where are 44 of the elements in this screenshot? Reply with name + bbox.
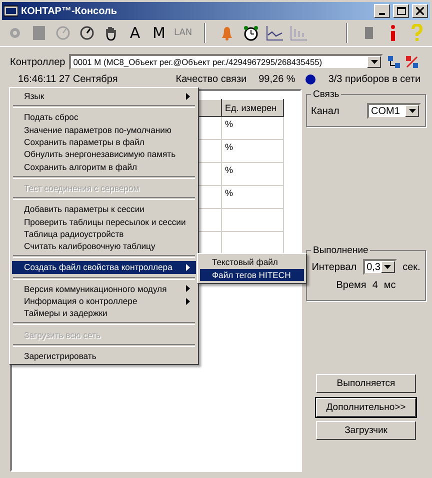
toolbar-button[interactable]: A: [126, 23, 144, 43]
table-cell: %: [222, 116, 284, 140]
time-label: Время: [336, 280, 366, 290]
time-value: 4: [372, 280, 378, 290]
menu-item[interactable]: Значение параметров по-умолчанию: [12, 124, 196, 136]
menu-item[interactable]: Язык: [12, 90, 196, 102]
table-cell: %: [222, 186, 284, 208]
menu-item[interactable]: Обнулить энергонезависимую память: [12, 148, 196, 160]
quality-value: 99,26 %: [258, 74, 296, 84]
menu-item[interactable]: Сохранить алгоритм в файл: [12, 160, 196, 173]
interval-dropdown[interactable]: 0,3: [362, 259, 397, 275]
quality-label: Качество связи: [176, 74, 247, 84]
menu-item[interactable]: Таймеры и задержки: [12, 307, 196, 320]
menu-item[interactable]: Таблица радиоустройств: [12, 228, 196, 240]
menu-item[interactable]: Считать калибровочную таблицу: [12, 240, 196, 252]
menu-item[interactable]: Сохранить параметры в файл: [12, 136, 196, 148]
date-time-text: 16:46:11 27 Сентября: [18, 74, 118, 84]
interval-label: Интервал: [312, 262, 357, 272]
action-button[interactable]: Выполняется: [316, 374, 416, 393]
action-button[interactable]: Дополнительно>>: [316, 398, 416, 417]
channel-label: Канал: [311, 106, 340, 116]
menu-item[interactable]: Проверить таблицы пересылок и сессии: [12, 215, 196, 228]
menu-item[interactable]: Информация о контроллере: [12, 294, 196, 308]
devices-count-text: 3/3 приборов в сети: [328, 74, 421, 84]
action-button[interactable]: Загрузчик: [316, 421, 416, 440]
menu-item[interactable]: Добавить параметры к сессии: [12, 203, 196, 216]
group-title: Связь: [312, 89, 340, 100]
table-cell: %: [222, 140, 284, 162]
column-header[interactable]: Ед. измерен: [222, 100, 284, 116]
time-unit: мс: [384, 280, 396, 290]
menu-item[interactable]: Текстовый файл: [200, 256, 304, 269]
toolbar-button[interactable]: M: [150, 23, 168, 43]
group-title: Выполнение: [312, 245, 370, 256]
table-cell: %: [222, 162, 284, 186]
window-title: КОНТАР™-Консоль: [21, 6, 118, 16]
menu-item[interactable]: Версия коммуникационного модуля: [12, 282, 196, 295]
controller-dropdown[interactable]: 0001 M (MC8_Объект рег.@Объект рег./4294967295/268435455): [69, 54, 384, 70]
menu-item[interactable]: Файл тегов HITECH: [200, 268, 304, 281]
controller-label: Контроллер: [10, 56, 66, 68]
channel-dropdown[interactable]: COM1: [367, 103, 421, 119]
menu-item[interactable]: Создать файл свойства контроллера: [12, 261, 196, 274]
menu-item[interactable]: Подать сброс: [12, 111, 196, 124]
interval-unit: сек.: [402, 262, 420, 272]
menu-item[interactable]: Зарегистрировать: [12, 350, 196, 362]
